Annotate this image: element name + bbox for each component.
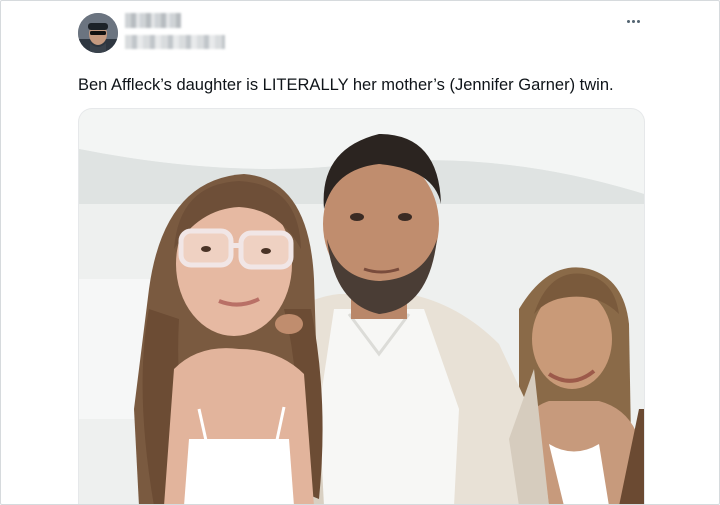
more-horizontal-icon <box>626 19 640 23</box>
tweet-card: Ben Affleck’s daughter is LITERALLY her … <box>0 0 720 505</box>
author-name-blurred[interactable] <box>125 13 181 28</box>
avatar-image <box>78 13 118 53</box>
tweet-text: Ben Affleck’s daughter is LITERALLY her … <box>78 76 614 94</box>
author-handle-blurred[interactable] <box>125 35 225 49</box>
more-options-button[interactable] <box>619 9 647 33</box>
tweet-photo[interactable] <box>78 108 645 504</box>
author-avatar[interactable] <box>78 13 118 53</box>
photo-image <box>79 109 644 504</box>
